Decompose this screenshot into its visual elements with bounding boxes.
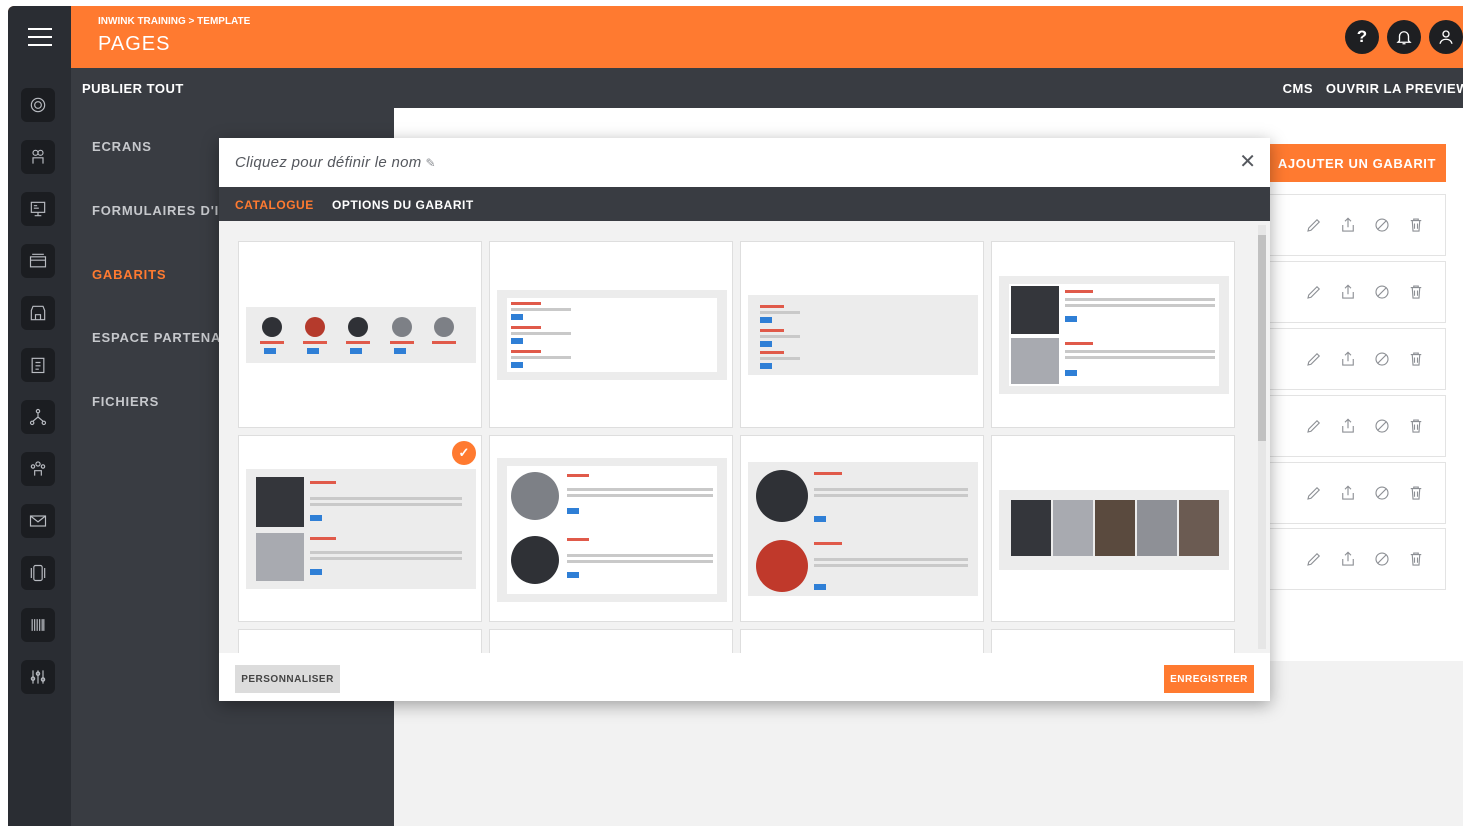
export-icon[interactable]: [1339, 350, 1357, 368]
template-preview: [748, 295, 978, 375]
menu-item-espace-partenaire[interactable]: ESPACE PARTENAIR: [92, 330, 236, 345]
template-catalog-grid: ✓: [219, 221, 1270, 653]
customize-button[interactable]: PERSONNALISER: [235, 665, 340, 693]
template-card[interactable]: [489, 241, 733, 428]
template-preview: [748, 462, 978, 596]
template-row-actions: [1268, 261, 1446, 323]
cms-link[interactable]: CMS: [1283, 81, 1313, 96]
template-preview: [999, 276, 1229, 394]
edit-icon[interactable]: [1305, 283, 1323, 301]
edit-icon[interactable]: [1305, 216, 1323, 234]
save-button[interactable]: ENREGISTRER: [1164, 665, 1254, 693]
catalog-scrollbar[interactable]: [1258, 225, 1266, 649]
store-icon[interactable]: [21, 296, 55, 330]
publish-all-button[interactable]: PUBLIER TOUT: [82, 81, 184, 96]
settings-sliders-icon[interactable]: [21, 660, 55, 694]
template-preview: [246, 469, 476, 589]
icon-rail: [8, 68, 71, 826]
export-icon[interactable]: [1339, 216, 1357, 234]
disable-icon[interactable]: [1373, 484, 1391, 502]
modal-footer: PERSONNALISER ENREGISTRER: [219, 653, 1270, 701]
template-preview: [497, 458, 727, 602]
open-preview-link[interactable]: OUVRIR LA PREVIEW: [1326, 81, 1463, 96]
pencil-icon[interactable]: ✎: [426, 156, 436, 170]
disable-icon[interactable]: [1373, 350, 1391, 368]
export-icon[interactable]: [1339, 283, 1357, 301]
template-card[interactable]: [740, 435, 984, 622]
delete-icon[interactable]: [1407, 550, 1425, 568]
barcode-icon[interactable]: [21, 608, 55, 642]
edit-icon[interactable]: [1305, 417, 1323, 435]
hamburger-menu-icon[interactable]: [8, 6, 71, 68]
action-bar: PUBLIER TOUT CMS OUVRIR LA PREVIEW: [71, 68, 1463, 108]
delete-icon[interactable]: [1407, 216, 1425, 234]
delete-icon[interactable]: [1407, 350, 1425, 368]
template-card-selected[interactable]: ✓: [238, 435, 482, 622]
mail-icon[interactable]: [21, 504, 55, 538]
edit-icon[interactable]: [1305, 550, 1323, 568]
menu-item-gabarits[interactable]: GABARITS: [92, 267, 166, 282]
add-template-button[interactable]: AJOUTER UN GABARIT: [1268, 144, 1446, 182]
template-card[interactable]: [991, 629, 1235, 653]
export-icon[interactable]: [1339, 484, 1357, 502]
template-card[interactable]: [238, 629, 482, 653]
network-icon[interactable]: [21, 400, 55, 434]
disable-icon[interactable]: [1373, 216, 1391, 234]
template-card[interactable]: [740, 241, 984, 428]
menu-item-formulaires[interactable]: FORMULAIRES D'IN: [92, 203, 229, 218]
template-card[interactable]: [489, 629, 733, 653]
disable-icon[interactable]: [1373, 550, 1391, 568]
template-name-field[interactable]: Cliquez pour définir le nom ✎: [235, 154, 436, 171]
team-icon[interactable]: [21, 452, 55, 486]
tab-catalogue[interactable]: CATALOGUE: [235, 198, 314, 212]
presentation-icon[interactable]: [21, 192, 55, 226]
template-preview: [999, 490, 1229, 570]
tab-template-options[interactable]: OPTIONS DU GABARIT: [332, 198, 474, 212]
clipboard-icon[interactable]: [21, 348, 55, 382]
edit-icon[interactable]: [1305, 350, 1323, 368]
template-row-actions: [1268, 528, 1446, 590]
template-catalog-modal: Cliquez pour définir le nom ✎ ✕ CATALOGUE…: [219, 138, 1270, 701]
export-icon[interactable]: [1339, 550, 1357, 568]
template-name-placeholder[interactable]: Cliquez pour définir le nom: [235, 154, 422, 171]
template-row-actions: [1268, 194, 1446, 256]
tickets-icon[interactable]: [21, 244, 55, 278]
breadcrumb[interactable]: INWINK TRAINING > TEMPLATE: [98, 16, 250, 27]
modal-header: Cliquez pour définir le nom ✎ ✕: [219, 138, 1270, 187]
menu-item-ecrans[interactable]: ECRANS: [92, 139, 152, 154]
disable-icon[interactable]: [1373, 283, 1391, 301]
delete-icon[interactable]: [1407, 484, 1425, 502]
template-preview: [497, 290, 727, 380]
template-card[interactable]: [238, 241, 482, 428]
close-icon[interactable]: ✕: [1239, 152, 1256, 172]
template-row-actions: [1268, 328, 1446, 390]
template-card[interactable]: [740, 629, 984, 653]
dashboard-icon[interactable]: [21, 88, 55, 122]
delete-icon[interactable]: [1407, 417, 1425, 435]
delete-icon[interactable]: [1407, 283, 1425, 301]
bell-icon[interactable]: [1387, 20, 1421, 54]
question-icon[interactable]: ?: [1345, 20, 1379, 54]
attendees-icon[interactable]: [21, 140, 55, 174]
disable-icon[interactable]: [1373, 417, 1391, 435]
scrollbar-thumb[interactable]: [1258, 235, 1266, 441]
modal-tabs: CATALOGUE OPTIONS DU GABARIT: [219, 187, 1270, 221]
template-card[interactable]: [991, 241, 1235, 428]
export-icon[interactable]: [1339, 417, 1357, 435]
top-bar: INWINK TRAINING > TEMPLATE PAGES ?: [8, 6, 1463, 68]
menu-item-fichiers[interactable]: FICHIERS: [92, 394, 159, 409]
template-card[interactable]: [489, 435, 733, 622]
app-frame: INWINK TRAINING > TEMPLATE PAGES ? PUBLI…: [8, 6, 1463, 826]
user-icon[interactable]: [1429, 20, 1463, 54]
template-row-actions: [1268, 395, 1446, 457]
template-preview: [246, 307, 476, 363]
page-title: PAGES: [98, 33, 171, 55]
template-card[interactable]: [991, 435, 1235, 622]
edit-icon[interactable]: [1305, 484, 1323, 502]
template-row-actions: [1268, 462, 1446, 524]
mobile-app-icon[interactable]: [21, 556, 55, 590]
selected-check-icon: ✓: [452, 441, 476, 465]
top-icon-group: ?: [1345, 20, 1463, 54]
